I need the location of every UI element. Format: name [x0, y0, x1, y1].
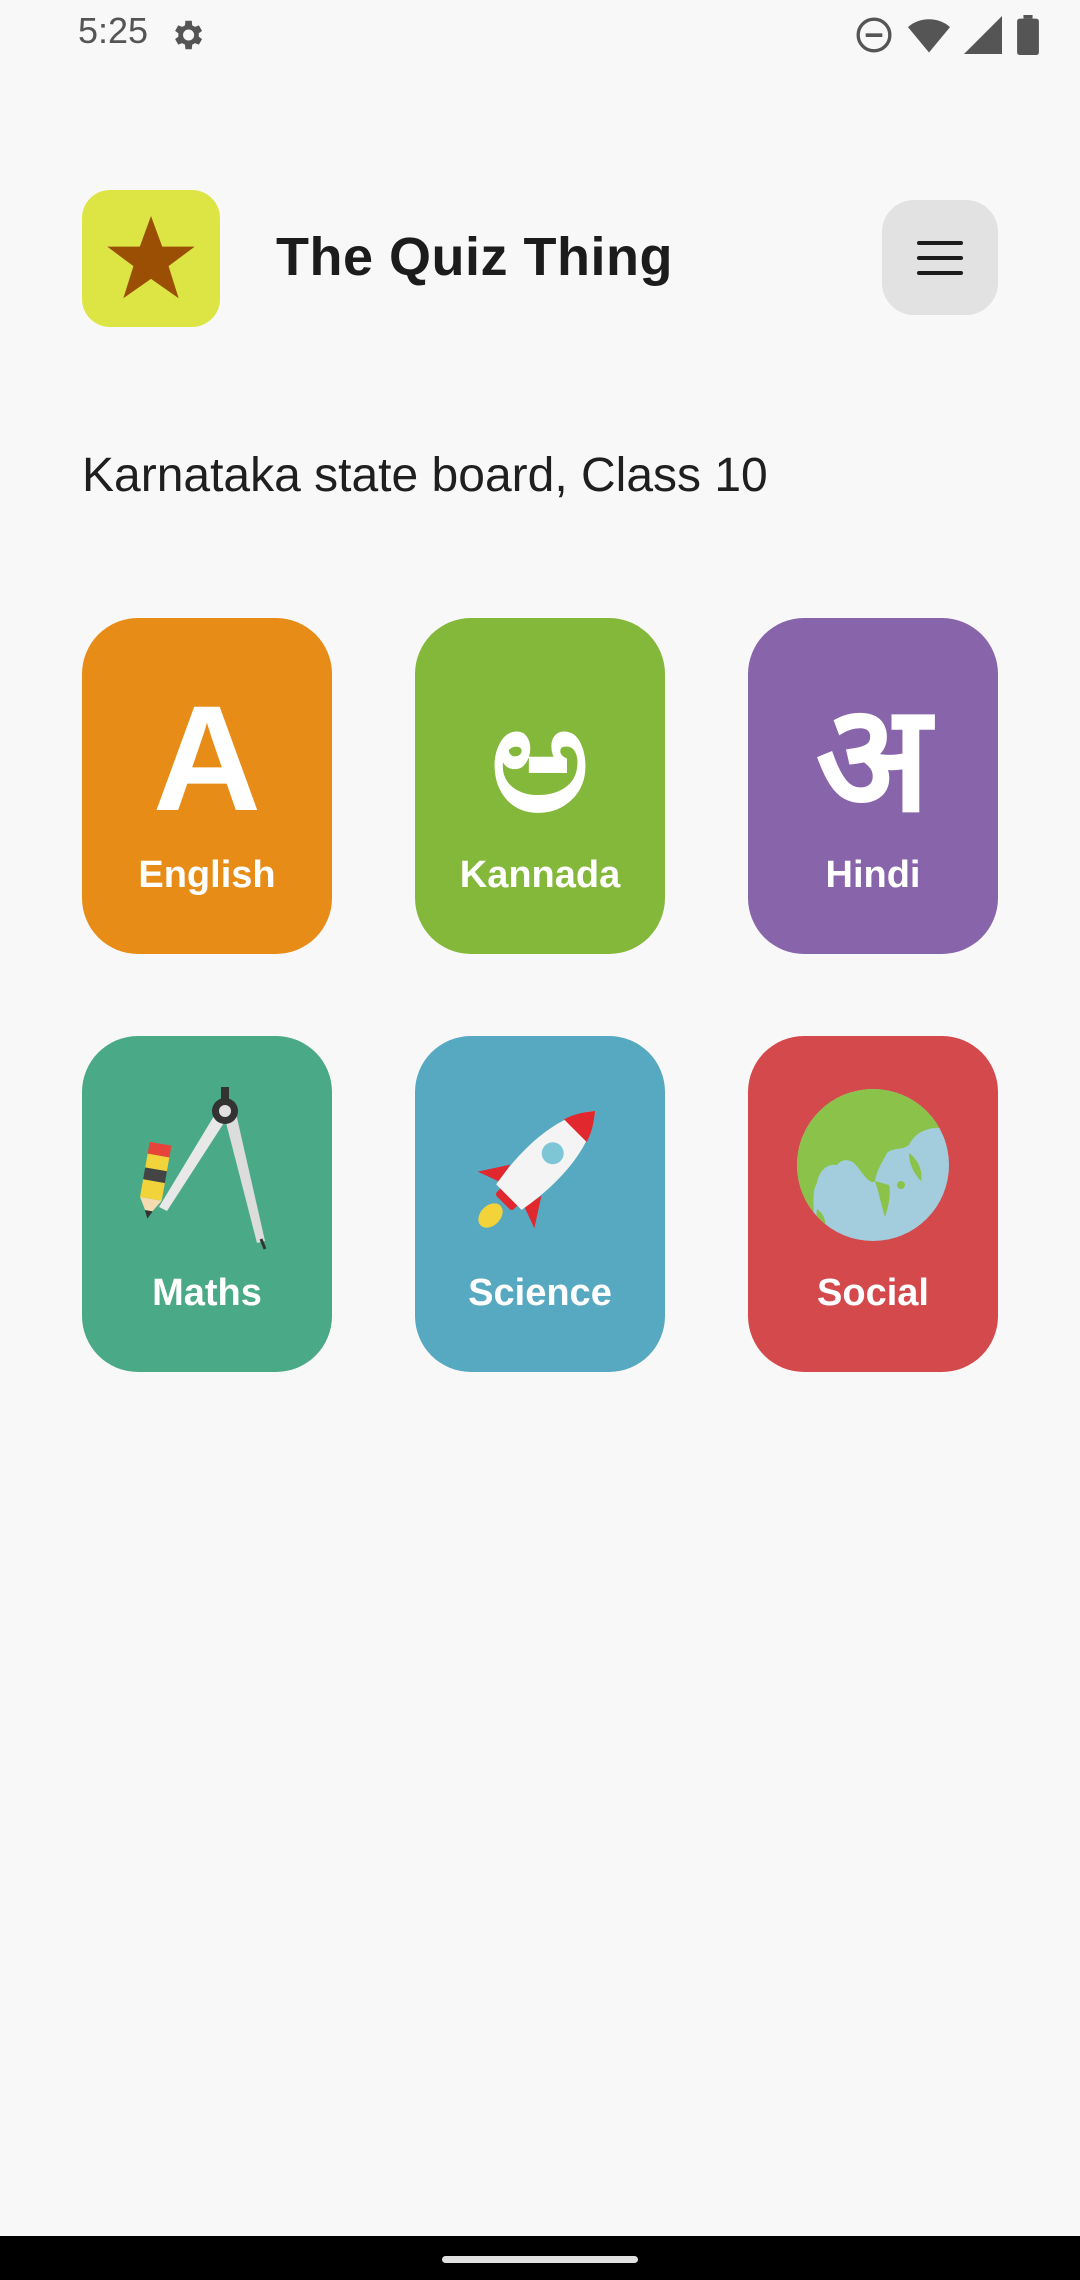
hamburger-menu-icon: [917, 240, 963, 275]
app-logo: [82, 190, 220, 327]
subject-card-kannada[interactable]: ಅ Kannada: [415, 618, 665, 954]
do-not-disturb-icon: [856, 17, 892, 53]
home-gesture-handle[interactable]: [442, 2256, 638, 2263]
status-time: 5:25: [78, 10, 149, 51]
globe-icon: [748, 1036, 998, 1276]
kannada-letter-icon: ಅ: [490, 674, 590, 842]
subject-card-english[interactable]: A English: [82, 618, 332, 954]
subject-card-maths[interactable]: Maths: [82, 1036, 332, 1372]
subject-label: English: [138, 854, 276, 896]
subject-label: Kannada: [459, 854, 621, 896]
app-title: The Quiz Thing: [276, 227, 673, 287]
rocket-icon: [415, 1036, 665, 1276]
board-class-label: Karnataka state board, Class 10: [82, 449, 768, 502]
settings-gear-icon: [175, 20, 203, 50]
wifi-icon: [908, 19, 950, 53]
app-header: The Quiz Thing: [0, 190, 1080, 330]
navigation-bar: [0, 2236, 1080, 2280]
subject-label: Science: [468, 1272, 612, 1314]
hindi-letter-icon: अ: [815, 674, 931, 842]
app-screen: 5:25 The Quiz Thing Karnataka state boar…: [0, 0, 1080, 2280]
subject-label: Hindi: [825, 854, 921, 896]
compass-pencil-icon: [82, 1036, 332, 1276]
status-bar: 5:25: [0, 0, 1080, 70]
subject-card-science[interactable]: Science: [415, 1036, 665, 1372]
subject-label: Maths: [152, 1272, 262, 1314]
cellular-signal-icon: [964, 16, 1002, 54]
letter-a-icon: A: [152, 674, 262, 842]
subject-label: Social: [817, 1272, 929, 1314]
star-icon: [107, 215, 195, 298]
subject-card-hindi[interactable]: अ Hindi: [748, 618, 998, 954]
menu-button[interactable]: [882, 200, 998, 315]
subject-card-social[interactable]: Social: [748, 1036, 998, 1372]
battery-icon: [1017, 15, 1039, 55]
